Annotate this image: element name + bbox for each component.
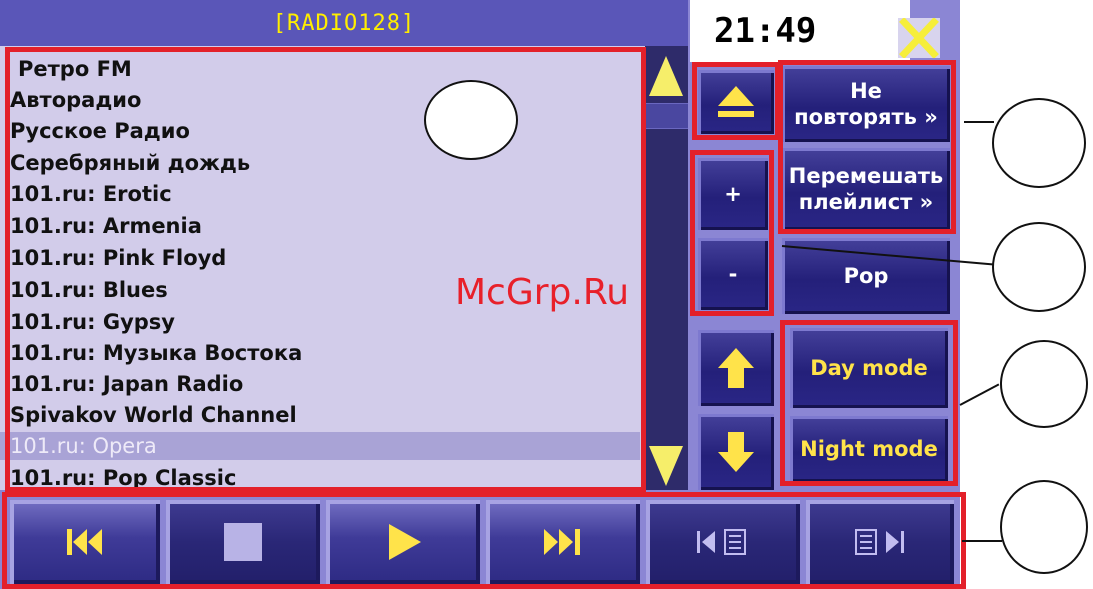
genre-button[interactable]: Pop (782, 238, 950, 314)
close-button[interactable] (898, 17, 940, 59)
annotation-box-eject (692, 62, 780, 140)
annotation-box-playlist (5, 47, 646, 492)
clock: 21:49 (690, 0, 910, 62)
callout-circle-1 (424, 80, 518, 160)
annotation-box-display-mode (780, 320, 958, 486)
annotation-box-playback-mode (778, 60, 956, 234)
list-up-button[interactable] (698, 330, 774, 406)
arrow-up-icon (718, 348, 754, 388)
arrow-down-icon (718, 432, 754, 472)
callout-circle-3 (992, 222, 1086, 312)
callout-circle-4 (1000, 340, 1088, 428)
list-down-button[interactable] (698, 414, 774, 490)
annotation-box-transport (2, 492, 966, 589)
scroll-down-arrow-icon[interactable] (649, 446, 683, 486)
callout-line-4 (959, 383, 1000, 406)
callout-circle-5 (1000, 480, 1088, 574)
annotation-box-volume (690, 150, 774, 316)
window-title: [RADIO128] (0, 0, 688, 46)
callout-line-5 (962, 540, 1002, 542)
close-icon (899, 17, 939, 59)
scrollbar-thumb[interactable] (645, 103, 688, 129)
watermark-text: McGrp.Ru (455, 272, 630, 313)
callout-circle-2 (992, 98, 1086, 188)
scroll-up-arrow-icon[interactable] (649, 56, 683, 96)
genre-label: Pop (843, 264, 889, 288)
callout-line-2 (964, 121, 994, 123)
